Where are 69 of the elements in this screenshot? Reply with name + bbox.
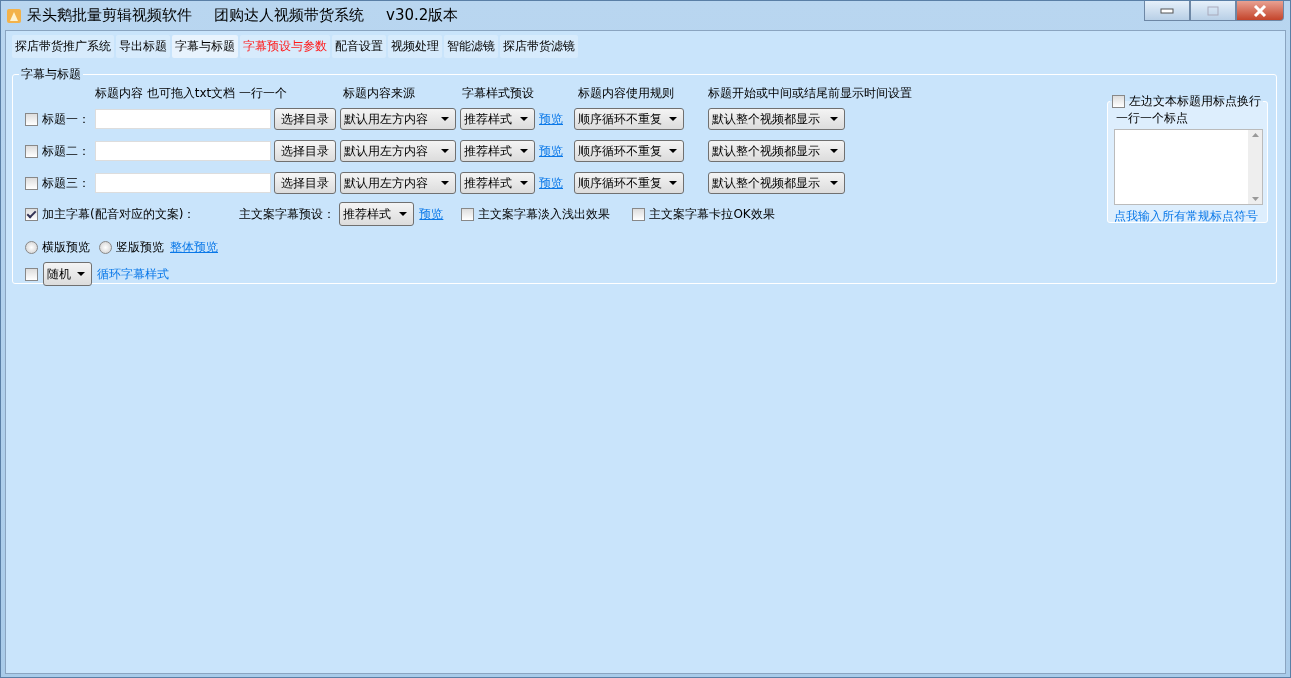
- column-header: 标题开始或中间或结尾前显示时间设置: [708, 84, 912, 102]
- column-header: 字幕样式预设: [461, 84, 535, 102]
- cycle-mode-dropdown[interactable]: 随机: [43, 262, 92, 286]
- window-title: 呆头鹅批量剪辑视频软件: [27, 6, 192, 25]
- style-dropdown[interactable]: 推荐样式: [460, 140, 535, 162]
- source-dropdown[interactable]: 默认用左方内容: [340, 172, 456, 194]
- column-header: 标题内容来源: [342, 84, 416, 102]
- browse-button[interactable]: 选择目录: [274, 140, 336, 162]
- title-input-field[interactable]: [95, 141, 271, 161]
- title-label: 标题二：: [42, 142, 90, 160]
- display-time-dropdown[interactable]: 默认整个视频都显示: [708, 172, 845, 194]
- main-subtitle-label: 加主字幕(配音对应的文案)：: [42, 205, 196, 223]
- rule-dropdown[interactable]: 顺序循环不重复: [574, 108, 684, 130]
- checkbox[interactable]: [1112, 95, 1125, 108]
- tab[interactable]: 配音设置: [332, 35, 386, 58]
- tab[interactable]: 视频处理: [388, 35, 442, 58]
- rule-dropdown[interactable]: 顺序循环不重复: [574, 140, 684, 162]
- checkbox[interactable]: [461, 207, 475, 221]
- scroll-down-icon[interactable]: [1251, 197, 1259, 201]
- radio-button[interactable]: [25, 240, 38, 254]
- scroll-up-icon[interactable]: [1251, 133, 1259, 137]
- tab[interactable]: 智能滤镜: [444, 35, 498, 58]
- radio-button[interactable]: [99, 240, 112, 254]
- close-icon: [1253, 4, 1267, 17]
- display-time-dropdown[interactable]: 默认整个视频都显示: [708, 108, 845, 130]
- preset-dropdown[interactable]: 推荐样式: [339, 202, 415, 226]
- scrollbar[interactable]: [1248, 130, 1262, 204]
- title-input-field[interactable]: [95, 173, 271, 193]
- source-dropdown[interactable]: 默认用左方内容: [340, 108, 456, 130]
- title-label: 标题一：: [42, 110, 90, 128]
- group-title: 字幕与标题: [20, 66, 82, 83]
- column-header: 标题内容 也可拖入txt文档 一行一个: [95, 84, 289, 102]
- punctuation-text-area[interactable]: [1114, 129, 1263, 205]
- tab[interactable]: 导出标题: [116, 35, 170, 58]
- version-label: v30.2版本: [386, 6, 459, 25]
- list-label: 一行一个标点: [1116, 110, 1189, 127]
- maximize-icon: [1207, 5, 1219, 16]
- browse-button[interactable]: 选择目录: [274, 172, 336, 194]
- checkbox[interactable]: [632, 207, 646, 221]
- radio-label: 竖版预览: [116, 238, 164, 256]
- minimize-icon: [1160, 7, 1174, 14]
- maximize-button[interactable]: [1190, 1, 1236, 21]
- preset-label: 主文案字幕预设：: [239, 205, 336, 223]
- style-dropdown[interactable]: 推荐样式: [460, 108, 535, 130]
- close-button[interactable]: [1236, 1, 1284, 21]
- option-label: 主文案字幕卡拉OK效果: [649, 205, 775, 223]
- app-logo-icon: [7, 8, 21, 23]
- display-time-dropdown[interactable]: 默认整个视频都显示: [708, 140, 845, 162]
- punctuation-link[interactable]: 点我输入所有常规标点符号: [1114, 208, 1263, 225]
- tab[interactable]: 字幕与标题: [172, 35, 238, 58]
- rule-dropdown[interactable]: 顺序循环不重复: [574, 172, 684, 194]
- browse-button[interactable]: 选择目录: [274, 108, 336, 130]
- column-header: 标题内容使用规则: [577, 84, 675, 102]
- checkbox[interactable]: [25, 144, 38, 158]
- radio-label: 横版预览: [42, 238, 90, 256]
- title-input-field[interactable]: [95, 109, 271, 129]
- checkbox[interactable]: [25, 112, 38, 126]
- style-dropdown[interactable]: 推荐样式: [460, 172, 535, 194]
- window-subtitle: 团购达人视频带货系统: [214, 6, 364, 25]
- checkbox[interactable]: [25, 267, 38, 281]
- tab[interactable]: 探店带货推广系统: [12, 35, 114, 58]
- tab[interactable]: 探店带货滤镜: [500, 35, 578, 58]
- option-label: 主文案字幕淡入浅出效果: [478, 205, 611, 223]
- minimize-button[interactable]: [1144, 1, 1190, 21]
- title-label: 标题三：: [42, 174, 90, 192]
- checkbox[interactable]: [25, 207, 38, 221]
- punctuation-label: 左边文本标题用标点换行: [1129, 93, 1261, 110]
- source-dropdown[interactable]: 默认用左方内容: [340, 140, 456, 162]
- checkbox[interactable]: [25, 176, 38, 190]
